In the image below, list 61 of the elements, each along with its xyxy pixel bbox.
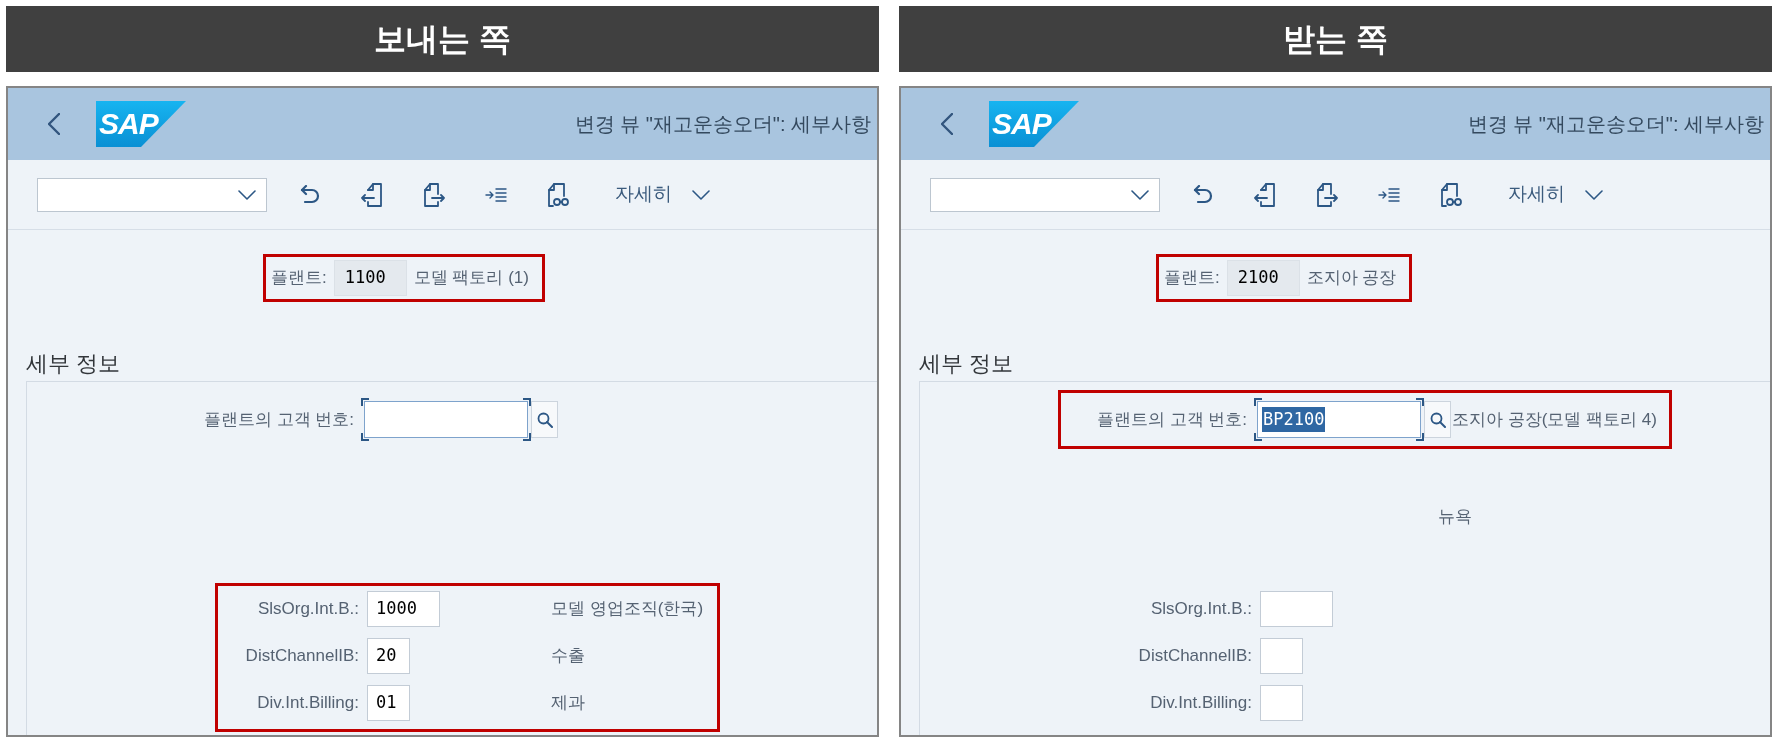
arrow-list-icon (1378, 187, 1400, 202)
field-description: 제과 (551, 692, 585, 715)
undo-icon (300, 184, 320, 205)
window-title: 변경 뷰 "재고운송오더": 세부사항 (574, 112, 871, 137)
field-label: 플랜트: (271, 267, 327, 290)
field-label: Div.Int.Billing: (1149, 692, 1252, 715)
search-icon (1429, 411, 1446, 428)
field-description: 모델 영업조직(한국) (551, 598, 704, 621)
menu-button[interactable]: 자세히 (607, 176, 718, 213)
section-title: 세부 정보 (26, 350, 121, 378)
document-arrow-left-icon (1254, 182, 1276, 207)
field-label: DistChannelIB: (1137, 645, 1252, 668)
input-field[interactable] (361, 398, 531, 441)
section-heading: 보내는 쪽 (6, 6, 879, 72)
search-button[interactable] (531, 401, 558, 438)
search-button[interactable] (1424, 401, 1451, 438)
field-label: 플랜트: (1164, 267, 1220, 290)
info-text: 뉴욕 (1438, 506, 1472, 528)
readonly-field: 2100 (1226, 260, 1300, 296)
field-label: DistChannelIB: (244, 645, 359, 668)
search-icon (536, 411, 553, 428)
chevron-down-icon (238, 189, 256, 200)
dropdown-field[interactable] (930, 177, 1160, 212)
chevron-down-icon (1585, 189, 1603, 200)
back-button[interactable] (938, 110, 956, 138)
chevron-left-icon (941, 113, 953, 135)
back-button[interactable] (45, 110, 63, 138)
section-heading: 받는 쪽 (899, 6, 1772, 72)
field-description: 모델 팩토리 (1) (413, 267, 530, 290)
logo: SAP (96, 101, 186, 147)
readonly-field: 1100 (333, 260, 407, 296)
chevron-down-icon (1131, 189, 1149, 200)
input-field[interactable]: 01 (367, 685, 410, 721)
document-arrow-right-icon (1316, 182, 1338, 207)
field-label: 플랜트의 고객 번호: (1095, 408, 1247, 431)
document-glasses-icon (547, 182, 569, 207)
menu-button[interactable]: 자세히 (1500, 176, 1611, 213)
dropdown-field[interactable] (37, 177, 267, 212)
field-label: 플랜트의 고객 번호: (202, 408, 354, 431)
chevron-down-icon (692, 189, 710, 200)
input-field[interactable] (1260, 638, 1303, 674)
field-label: SlsOrg.Int.B.: (256, 598, 359, 621)
input-field[interactable]: 1000 (367, 591, 440, 627)
input-field[interactable]: BP2100 (1254, 398, 1424, 441)
document-glasses-icon (1440, 182, 1462, 207)
logo: SAP (989, 101, 1079, 147)
section-title: 세부 정보 (919, 350, 1014, 378)
field-label: Div.Int.Billing: (256, 692, 359, 715)
field-description: 조지아 공장 (1306, 267, 1398, 290)
input-field[interactable] (1260, 685, 1303, 721)
input-field[interactable] (1260, 591, 1333, 627)
undo-icon (1193, 184, 1213, 205)
document-arrow-left-icon (361, 182, 383, 207)
field-label: SlsOrg.Int.B.: (1149, 598, 1252, 621)
arrow-list-icon (485, 187, 507, 202)
window-title: 변경 뷰 "재고운송오더": 세부사항 (1467, 112, 1764, 137)
document-arrow-right-icon (423, 182, 445, 207)
field-description: 수출 (551, 645, 585, 668)
input-field[interactable]: 20 (367, 638, 410, 674)
chevron-left-icon (48, 113, 60, 135)
field-description: 조지아 공장(모델 팩토리 4) (1451, 408, 1658, 431)
